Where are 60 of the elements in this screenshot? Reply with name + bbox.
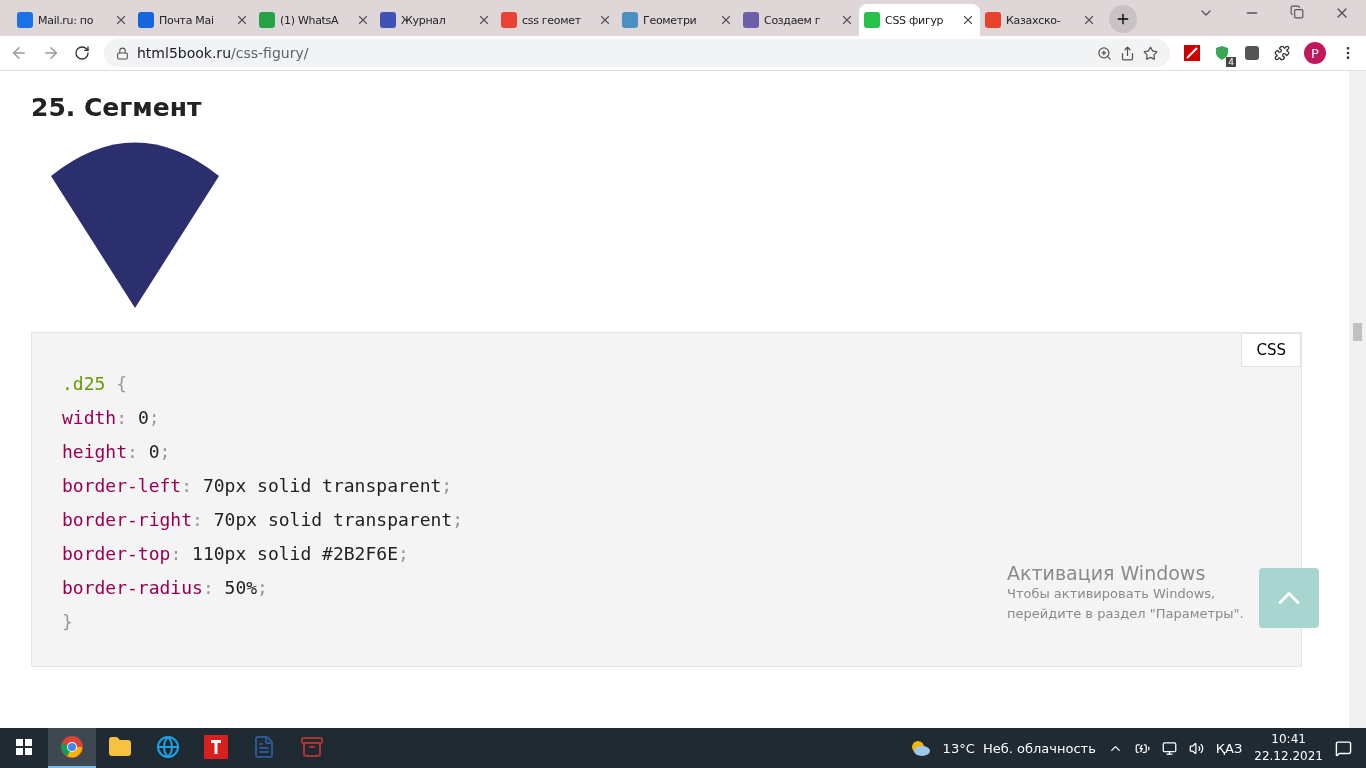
notification-icon[interactable]	[1335, 739, 1352, 757]
monitor-icon[interactable]	[1161, 740, 1177, 756]
plus-icon	[1115, 11, 1131, 27]
section-heading: 25. Сегмент	[31, 93, 203, 122]
code-line: }	[62, 610, 73, 634]
code-line: width: 0;	[62, 406, 160, 430]
close-icon[interactable]	[840, 13, 854, 27]
activation-text: Чтобы активировать Windows, перейдите в раздел "Параметры".	[1007, 585, 1245, 623]
puzzle-icon[interactable]	[1274, 45, 1290, 61]
browser-tab[interactable]: Mail.ru: по	[12, 4, 133, 36]
code-line: .d25 {	[62, 372, 128, 396]
zoom-icon[interactable]	[1097, 45, 1112, 61]
close-icon[interactable]	[719, 13, 733, 27]
close-icon[interactable]	[598, 13, 612, 27]
extension-badge: 4	[1226, 57, 1236, 67]
extension-icon[interactable]	[1244, 45, 1260, 61]
chrome-icon	[60, 735, 84, 759]
speaker-icon[interactable]	[1188, 740, 1204, 756]
code-line: border-radius: 50%;	[62, 576, 268, 600]
new-tab-button[interactable]	[1109, 5, 1137, 33]
close-icon[interactable]	[477, 13, 491, 27]
browser-tab[interactable]: (1) WhatsA	[254, 4, 375, 36]
restore-icon[interactable]	[1290, 5, 1304, 21]
clock[interactable]: 10:41 22.12.2021	[1254, 731, 1323, 765]
reload-icon[interactable]	[74, 45, 90, 61]
browser-tab[interactable]: CSS фигур	[859, 4, 980, 36]
shield-icon[interactable]	[1214, 45, 1230, 61]
share-icon[interactable]	[1120, 45, 1135, 61]
browser-tab[interactable]: Казахско-	[980, 4, 1101, 36]
letter-tile-icon	[204, 735, 228, 759]
close-icon[interactable]	[235, 13, 249, 27]
weather-text[interactable]: 13°C Неб. облачность	[942, 740, 1096, 756]
close-icon[interactable]	[114, 13, 128, 27]
browser-tab[interactable]: Журнал	[375, 4, 496, 36]
browser-tab[interactable]: css геомет	[496, 4, 617, 36]
star-icon[interactable]	[1143, 45, 1158, 61]
scrollbar[interactable]	[1349, 71, 1366, 728]
browser-tab[interactable]: Геометри	[617, 4, 738, 36]
windows-icon	[16, 739, 32, 755]
profile-avatar[interactable]: P	[1304, 42, 1326, 64]
code-line: border-top: 110px solid #2B2F6E;	[62, 542, 409, 566]
language-label: CSS	[1241, 333, 1301, 367]
code-line: border-left: 70px solid transparent;	[62, 474, 453, 498]
forward-icon[interactable]	[42, 44, 60, 62]
archive-icon	[300, 735, 324, 759]
close-icon[interactable]	[1082, 13, 1096, 27]
language-indicator[interactable]: ҚАЗ	[1215, 740, 1243, 756]
browser-tab[interactable]: Создаем г	[738, 4, 859, 36]
code-line: height: 0;	[62, 440, 171, 464]
code-line: border-right: 70px solid transparent;	[62, 508, 463, 532]
globe-icon	[156, 735, 180, 759]
close-icon[interactable]	[356, 13, 370, 27]
activation-title: Активация Windows	[1007, 562, 1207, 584]
browser-tab[interactable]: Почта Mai	[133, 4, 254, 36]
back-icon[interactable]	[10, 44, 28, 62]
folder-icon	[108, 735, 132, 759]
lock-icon	[116, 46, 129, 60]
address-bar[interactable]: html5book.ru/css-figury/	[104, 39, 1170, 67]
close-icon[interactable]	[961, 13, 975, 27]
document-icon	[252, 735, 276, 759]
